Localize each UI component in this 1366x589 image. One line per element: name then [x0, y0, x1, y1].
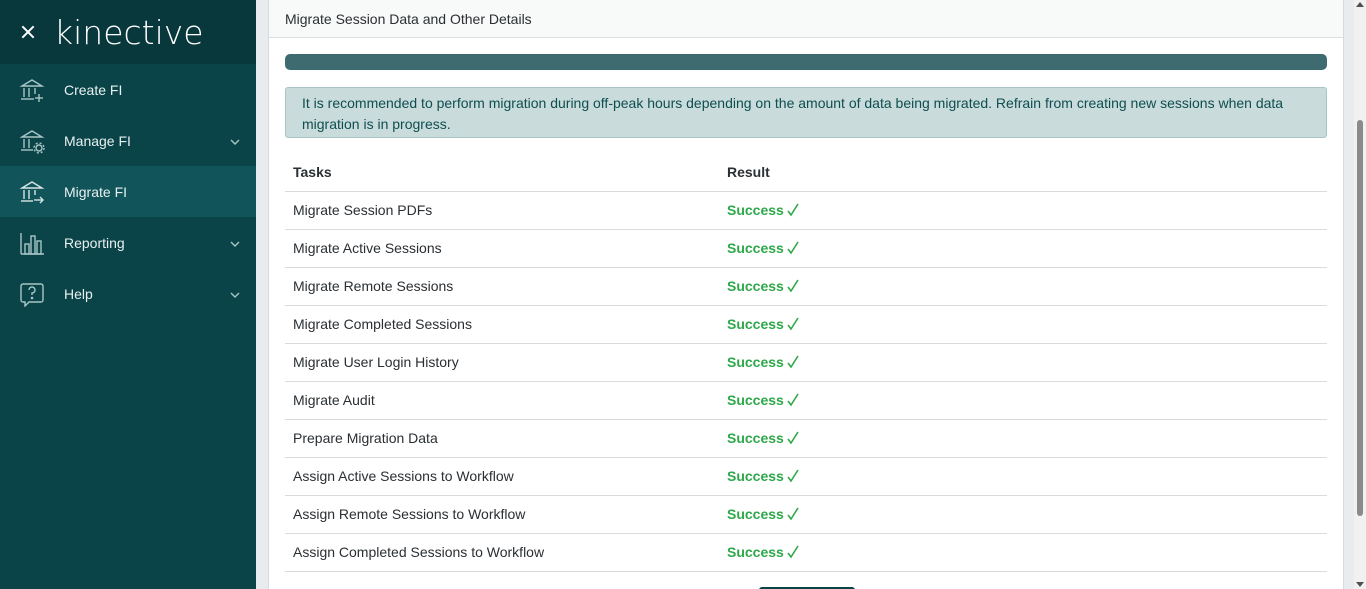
- bar-chart-icon: [19, 230, 45, 256]
- checkmark-icon: [786, 203, 800, 217]
- task-name: Assign Active Sessions to Workflow: [285, 457, 719, 496]
- task-result-cell: Success: [719, 457, 1327, 496]
- bank-add-icon: [19, 77, 45, 103]
- bank-migrate-icon: [19, 179, 45, 205]
- scroll-up-arrow-icon[interactable]: [1356, 2, 1364, 7]
- sidebar-item-migrate-fi[interactable]: Migrate FI: [0, 166, 256, 217]
- status-badge: Success: [727, 430, 800, 446]
- status-badge: Success: [727, 544, 800, 560]
- chevron-down-icon: [230, 287, 240, 298]
- task-result-cell: Success: [719, 229, 1327, 268]
- sidebar-item-label: Migrate FI: [64, 183, 128, 200]
- table-row: Migrate Active Sessions Success: [285, 229, 1327, 268]
- task-result-cell: Success: [719, 343, 1327, 382]
- migration-progress-bar: [285, 54, 1327, 70]
- status-badge: Success: [727, 278, 800, 294]
- chevron-down-icon: [230, 134, 240, 145]
- status-badge: Success: [727, 240, 800, 256]
- checkmark-icon: [786, 355, 800, 369]
- close-icon[interactable]: [18, 22, 38, 42]
- sidebar-item-help[interactable]: Help: [0, 268, 256, 319]
- checkmark-icon: [786, 317, 800, 331]
- sidebar-item-reporting[interactable]: Reporting: [0, 217, 256, 268]
- task-result-cell: Success: [719, 533, 1327, 572]
- table-row: Assign Active Sessions to Workflow Succes…: [285, 457, 1327, 496]
- status-text: Success: [727, 544, 784, 560]
- sidebar-item-label: Help: [64, 285, 93, 302]
- scrollbar[interactable]: [1354, 0, 1366, 589]
- task-name: Migrate Remote Sessions: [285, 267, 719, 306]
- status-text: Success: [727, 430, 784, 446]
- task-name: Migrate Completed Sessions: [285, 305, 719, 344]
- checkmark-icon: [786, 545, 800, 559]
- status-badge: Success: [727, 468, 800, 484]
- task-result-cell: Success: [719, 381, 1327, 420]
- status-text: Success: [727, 392, 784, 408]
- checkmark-icon: [786, 393, 800, 407]
- task-result-cell: Success: [719, 419, 1327, 458]
- tasks-table: Tasks Result Migrate Session PDFs Success…: [285, 153, 1327, 572]
- checkmark-icon: [786, 431, 800, 445]
- info-alert: It is recommended to perform migration d…: [285, 87, 1327, 138]
- status-badge: Success: [727, 392, 800, 408]
- table-row: Migrate User Login History Success: [285, 343, 1327, 382]
- task-name: Migrate User Login History: [285, 343, 719, 382]
- task-name: Assign Completed Sessions to Workflow: [285, 533, 719, 572]
- sidebar-brand: kinective: [0, 0, 256, 64]
- status-text: Success: [727, 278, 784, 294]
- table-row: Migrate Remote Sessions Success: [285, 267, 1327, 306]
- task-result-cell: Success: [719, 191, 1327, 230]
- sidebar-item-label: Manage FI: [64, 132, 131, 149]
- task-name: Migrate Session PDFs: [285, 191, 719, 230]
- scroll-thumb[interactable]: [1357, 120, 1363, 516]
- status-text: Success: [727, 240, 784, 256]
- task-result-cell: Success: [719, 495, 1327, 534]
- table-row: Migrate Completed Sessions Success: [285, 305, 1327, 344]
- sidebar-item-label: Reporting: [64, 234, 125, 251]
- sidebar: kinective Create FI Manage FI Migrate FI…: [0, 0, 256, 589]
- table-row: Migrate Audit Success: [285, 381, 1327, 420]
- sidebar-item-create-fi[interactable]: Create FI: [0, 64, 256, 115]
- table-row: Assign Remote Sessions to Workflow Succes…: [285, 495, 1327, 534]
- column-header-tasks: Tasks: [285, 153, 719, 192]
- migration-panel: Migrate Session Data and Other Details I…: [268, 0, 1344, 589]
- table-row: Migrate Session PDFs Success: [285, 191, 1327, 230]
- status-text: Success: [727, 202, 784, 218]
- help-icon: [19, 281, 45, 307]
- sidebar-item-manage-fi[interactable]: Manage FI: [0, 115, 256, 166]
- column-header-result: Result: [719, 153, 1327, 192]
- scroll-down-arrow-icon[interactable]: [1356, 582, 1364, 587]
- status-badge: Success: [727, 506, 800, 522]
- table-row: Prepare Migration Data Success: [285, 419, 1327, 458]
- table-header-row: Tasks Result: [285, 153, 1327, 192]
- status-badge: Success: [727, 202, 800, 218]
- status-text: Success: [727, 468, 784, 484]
- task-name: Migrate Audit: [285, 381, 719, 420]
- task-name: Assign Remote Sessions to Workflow: [285, 495, 719, 534]
- task-result-cell: Success: [719, 305, 1327, 344]
- task-name: Prepare Migration Data: [285, 419, 719, 458]
- checkmark-icon: [786, 507, 800, 521]
- panel-title: Migrate Session Data and Other Details: [269, 0, 1343, 38]
- status-text: Success: [727, 354, 784, 370]
- sidebar-item-label: Create FI: [64, 81, 123, 98]
- chevron-down-icon: [230, 236, 240, 247]
- checkmark-icon: [786, 469, 800, 483]
- task-name: Migrate Active Sessions: [285, 229, 719, 268]
- table-row: Assign Completed Sessions to Workflow Suc…: [285, 533, 1327, 572]
- kinective-logo: kinective: [54, 12, 204, 52]
- status-text: Success: [727, 316, 784, 332]
- task-result-cell: Success: [719, 267, 1327, 306]
- status-badge: Success: [727, 316, 800, 332]
- bank-settings-icon: [19, 128, 45, 154]
- status-badge: Success: [727, 354, 800, 370]
- checkmark-icon: [786, 241, 800, 255]
- status-text: Success: [727, 506, 784, 522]
- checkmark-icon: [786, 279, 800, 293]
